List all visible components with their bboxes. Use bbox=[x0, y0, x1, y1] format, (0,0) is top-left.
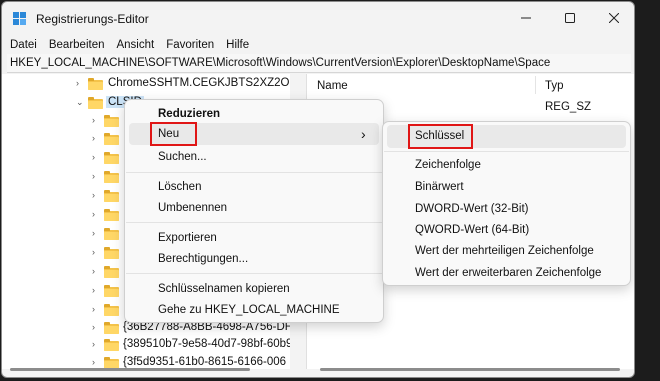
submenu-neu: Schlüssel Zeichenfolge Binärwert DWORD-W… bbox=[382, 121, 631, 286]
chevron-right-icon[interactable]: › bbox=[92, 304, 102, 314]
close-button[interactable] bbox=[592, 4, 634, 32]
menu-item-schluesselnamen-kopieren[interactable]: Schlüsselnamen kopieren bbox=[158, 278, 290, 300]
folder-icon bbox=[104, 228, 119, 240]
folder-icon bbox=[104, 115, 119, 127]
highlight-box-neu bbox=[150, 122, 197, 146]
menu-separator bbox=[126, 273, 382, 274]
submenu-item-dword[interactable]: DWORD-Wert (32-Bit) bbox=[415, 198, 529, 220]
chevron-right-icon[interactable]: › bbox=[92, 115, 102, 125]
window-title: Registrierungs-Editor bbox=[36, 12, 149, 26]
menu-item-loeschen[interactable]: Löschen bbox=[158, 176, 201, 198]
menu-item-umbenennen[interactable]: Umbenennen bbox=[158, 197, 227, 219]
folder-icon bbox=[104, 339, 119, 351]
column-divider[interactable] bbox=[535, 76, 536, 94]
menu-separator bbox=[126, 172, 382, 173]
chevron-right-icon[interactable]: › bbox=[92, 322, 102, 332]
tree-item[interactable]: › ChromeSSHTM.CEGKJBTS2XZ2OOU bbox=[2, 76, 290, 92]
menu-ansicht[interactable]: Ansicht bbox=[110, 36, 160, 54]
close-icon bbox=[609, 13, 619, 23]
chevron-right-icon[interactable]: › bbox=[92, 339, 102, 349]
registry-editor-window: Registrierungs-Editor Datei Bearbeiten A… bbox=[1, 1, 635, 378]
menu-datei[interactable]: Datei bbox=[2, 36, 43, 54]
folder-icon bbox=[104, 133, 119, 145]
maximize-button[interactable] bbox=[548, 4, 592, 32]
chevron-right-icon[interactable]: › bbox=[92, 357, 102, 367]
folder-icon bbox=[88, 97, 103, 109]
menu-item-exportieren[interactable]: Exportieren bbox=[158, 227, 217, 249]
menu-bar: Datei Bearbeiten Ansicht Favoriten Hilfe bbox=[2, 36, 255, 54]
chevron-right-icon[interactable]: › bbox=[92, 209, 102, 219]
chevron-right-icon[interactable]: › bbox=[76, 78, 86, 88]
submenu-item-erweiterbar[interactable]: Wert der erweiterbaren Zeichenfolge bbox=[415, 262, 601, 284]
menu-item-berechtigungen[interactable]: Berechtigungen... bbox=[158, 248, 248, 270]
menu-bearbeiten[interactable]: Bearbeiten bbox=[43, 36, 111, 54]
folder-icon bbox=[104, 285, 119, 297]
chevron-right-icon[interactable]: › bbox=[92, 266, 102, 276]
tree-item-label: {389510b7-9e58-40d7-98bf-60b9 bbox=[123, 338, 290, 350]
tree-item[interactable]: › {3f5d9351-61b0-8615-6166-006 bbox=[2, 355, 290, 369]
submenu-item-zeichenfolge[interactable]: Zeichenfolge bbox=[415, 154, 481, 176]
menu-hilfe[interactable]: Hilfe bbox=[220, 36, 255, 54]
maximize-icon bbox=[565, 13, 575, 23]
menu-separator bbox=[384, 151, 629, 152]
folder-icon bbox=[104, 171, 119, 183]
submenu-item-binaerwert[interactable]: Binärwert bbox=[415, 176, 464, 198]
column-header-type[interactable]: Typ bbox=[545, 80, 564, 92]
folder-icon bbox=[104, 247, 119, 259]
chevron-right-icon[interactable]: › bbox=[92, 228, 102, 238]
tree-horizontal-scrollbar[interactable] bbox=[10, 368, 285, 371]
scrollbar-thumb[interactable] bbox=[10, 368, 250, 371]
context-menu: Reduzieren Neu › Suchen... Löschen Umben… bbox=[124, 99, 384, 323]
chevron-down-icon[interactable]: ⌄ bbox=[76, 97, 86, 107]
title-bar: Registrierungs-Editor bbox=[2, 2, 634, 34]
chevron-right-icon: › bbox=[361, 126, 366, 142]
menu-item-gehe-zu[interactable]: Gehe zu HKEY_LOCAL_MACHINE bbox=[158, 299, 340, 321]
folder-icon bbox=[104, 209, 119, 221]
column-header-name[interactable]: Name bbox=[317, 80, 348, 92]
chevron-right-icon[interactable]: › bbox=[92, 171, 102, 181]
folder-icon bbox=[104, 152, 119, 164]
tree-item-label: ChromeSSHTM.CEGKJBTS2XZ2OOU bbox=[108, 77, 290, 89]
folder-icon bbox=[104, 190, 119, 202]
folder-icon bbox=[104, 322, 119, 334]
submenu-item-mehrteilig[interactable]: Wert der mehrteiligen Zeichenfolge bbox=[415, 240, 594, 262]
address-bar[interactable]: HKEY_LOCAL_MACHINE\SOFTWARE\Microsoft\Wi… bbox=[7, 54, 631, 73]
list-horizontal-scrollbar[interactable] bbox=[320, 368, 620, 371]
highlight-box-schluessel bbox=[408, 124, 473, 149]
menu-separator bbox=[126, 222, 382, 223]
tree-item-label: {3f5d9351-61b0-8615-6166-006 bbox=[123, 356, 287, 368]
menu-item-suchen[interactable]: Suchen... bbox=[158, 146, 207, 168]
regedit-icon bbox=[13, 12, 26, 25]
minimize-button[interactable] bbox=[504, 4, 548, 32]
chevron-right-icon[interactable]: › bbox=[92, 133, 102, 143]
folder-icon bbox=[88, 78, 103, 90]
chevron-right-icon[interactable]: › bbox=[92, 285, 102, 295]
chevron-right-icon[interactable]: › bbox=[92, 152, 102, 162]
submenu-item-qword[interactable]: QWORD-Wert (64-Bit) bbox=[415, 219, 529, 241]
minimize-icon bbox=[521, 17, 531, 19]
chevron-right-icon[interactable]: › bbox=[92, 190, 102, 200]
value-row-type[interactable]: REG_SZ bbox=[545, 101, 591, 113]
chevron-right-icon[interactable]: › bbox=[92, 247, 102, 257]
folder-icon bbox=[104, 266, 119, 278]
menu-favoriten[interactable]: Favoriten bbox=[160, 36, 220, 54]
folder-icon bbox=[104, 304, 119, 316]
tree-item[interactable]: › {389510b7-9e58-40d7-98bf-60b9 bbox=[2, 337, 290, 353]
